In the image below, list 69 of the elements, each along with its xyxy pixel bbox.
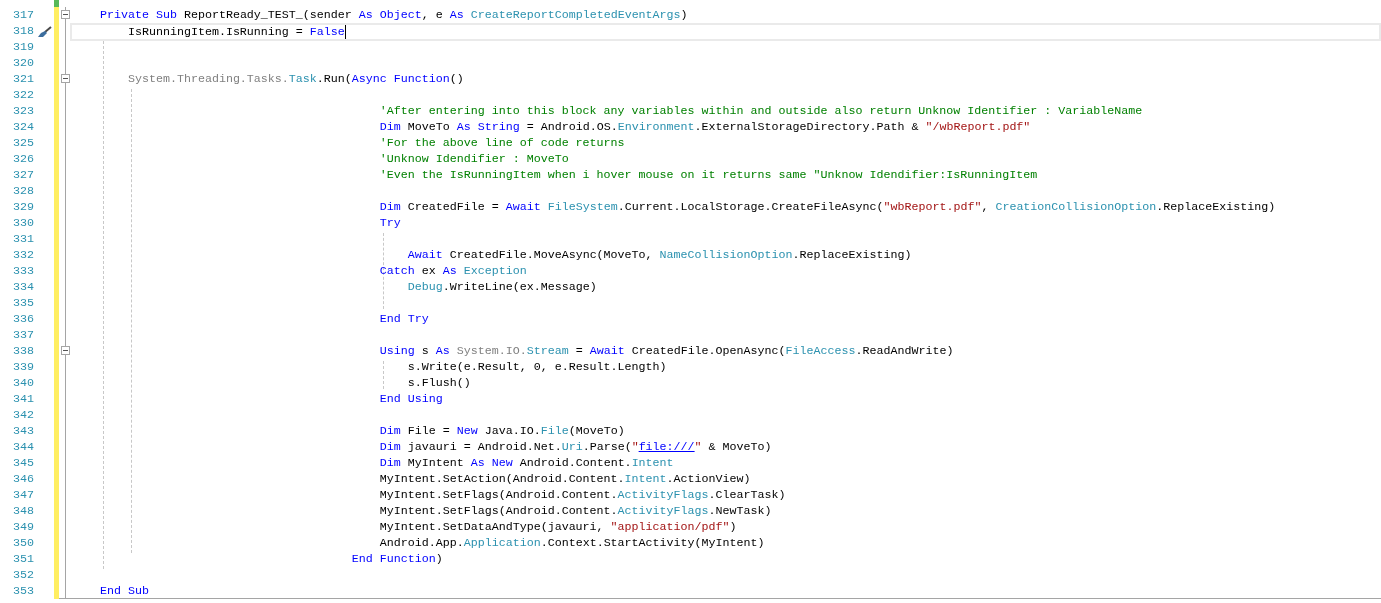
collapse-icon[interactable] xyxy=(61,10,70,19)
line-number: 329 xyxy=(13,199,34,215)
code-line: Dim CreatedFile = Await FileSystem.Current.LocalStorage.CreateFileAsync("wbReport.pdf", CreationCollisionOption.ReplaceExisting) xyxy=(379,200,1276,214)
line-number: 318 xyxy=(13,23,34,39)
code-line: Using s As System.IO.Stream = Await CreatedFile.OpenAsync(FileAccess.ReadAndWrite) xyxy=(379,344,954,358)
line-number: 348 xyxy=(13,503,34,519)
line-number: 338 xyxy=(13,343,34,359)
line-number: 341 xyxy=(13,391,34,407)
line-number: 337 xyxy=(13,327,34,343)
line-number: 346 xyxy=(13,471,34,487)
line-number: 323 xyxy=(13,103,34,119)
line-number: 342 xyxy=(13,407,34,423)
line-number: 326 xyxy=(13,151,34,167)
line-number: 330 xyxy=(13,215,34,231)
line-number: 335 xyxy=(13,295,34,311)
line-number: 353 xyxy=(13,583,34,599)
line-number: 349 xyxy=(13,519,34,535)
code-line: Dim MoveTo As String = Android.OS.Environment.ExternalStorageDirectory.Path & "/wbReport.pdf" xyxy=(379,120,1031,134)
code-line: 'Unknow Idendifier : MoveTo xyxy=(379,152,569,166)
code-line: End Try xyxy=(379,312,429,326)
line-number: 347 xyxy=(13,487,34,503)
line-number: 320 xyxy=(13,55,34,71)
code-line: Debug.WriteLine(ex.Message) xyxy=(407,280,597,294)
code-line: IsRunningItem.IsRunning = False xyxy=(127,25,345,39)
line-number: 331 xyxy=(13,231,34,247)
line-number: 336 xyxy=(13,311,34,327)
line-number: 352 xyxy=(13,567,34,583)
collapse-icon[interactable] xyxy=(61,346,70,355)
line-number: 327 xyxy=(13,167,34,183)
code-line: MyIntent.SetFlags(Android.Content.ActivityFlags.ClearTask) xyxy=(379,488,786,502)
line-number: 340 xyxy=(13,375,34,391)
code-line: Dim File = New Java.IO.File(MoveTo) xyxy=(379,424,625,438)
code-line: Dim javauri = Android.Net.Uri.Parse("file:///" & MoveTo) xyxy=(379,440,772,454)
code-line: Try xyxy=(379,216,401,230)
code-line: MyIntent.SetFlags(Android.Content.ActivityFlags.NewTask) xyxy=(379,504,772,518)
code-line: Dim MyIntent As New Android.Content.Intent xyxy=(379,456,674,470)
line-number: 325 xyxy=(13,135,34,151)
code-line: System.Threading.Tasks.Task.Run(Async Function() xyxy=(127,72,464,86)
brush-icon[interactable] xyxy=(36,26,52,38)
code-line: End Sub xyxy=(99,583,149,598)
code-line: Await CreatedFile.MoveAsync(MoveTo, NameCollisionOption.ReplaceExisting) xyxy=(407,248,912,262)
line-number: 333 xyxy=(13,263,34,279)
collapse-icon[interactable] xyxy=(61,74,70,83)
line-number: 328 xyxy=(13,183,34,199)
code-line: 'For the above line of code returns xyxy=(379,136,625,150)
line-number: 343 xyxy=(13,423,34,439)
code-line: s.Write(e.Result, 0, e.Result.Length) xyxy=(407,360,667,374)
line-number: 332 xyxy=(13,247,34,263)
line-number: 344 xyxy=(13,439,34,455)
line-number: 339 xyxy=(13,359,34,375)
code-line: End Using xyxy=(379,392,443,406)
line-number: 351 xyxy=(13,551,34,567)
code-line: Android.App.Application.Context.StartActivity(MyIntent) xyxy=(379,536,765,550)
code-line: MyIntent.SetDataAndType(javauri, "application/pdf") xyxy=(379,520,737,534)
code-line: Private Sub ReportReady_TEST_(sender As Object, e As CreateReportCompletedEventArgs) xyxy=(99,8,688,22)
line-number: 334 xyxy=(13,279,34,295)
line-number: 322 xyxy=(13,87,34,103)
code-line: s.Flush() xyxy=(407,376,471,390)
code-line: MyIntent.SetAction(Android.Content.Intent.ActionView) xyxy=(379,472,751,486)
code-line: End Function) xyxy=(351,552,443,566)
line-number: 321 xyxy=(13,71,34,87)
code-line: Catch ex As Exception xyxy=(379,264,527,278)
code-line: 'After entering into this block any variables within and outside also return Unknow Identifier : VariableName xyxy=(379,104,1143,118)
code-line: 'Even the IsRunningItem when i hover mouse on it returns same "Unknow Idendifier:IsRunningItem xyxy=(379,168,1038,182)
line-number: 345 xyxy=(13,455,34,471)
line-number: 350 xyxy=(13,535,34,551)
line-number: 317 xyxy=(13,7,34,23)
line-number: 324 xyxy=(13,119,34,135)
line-number: 319 xyxy=(13,39,34,55)
